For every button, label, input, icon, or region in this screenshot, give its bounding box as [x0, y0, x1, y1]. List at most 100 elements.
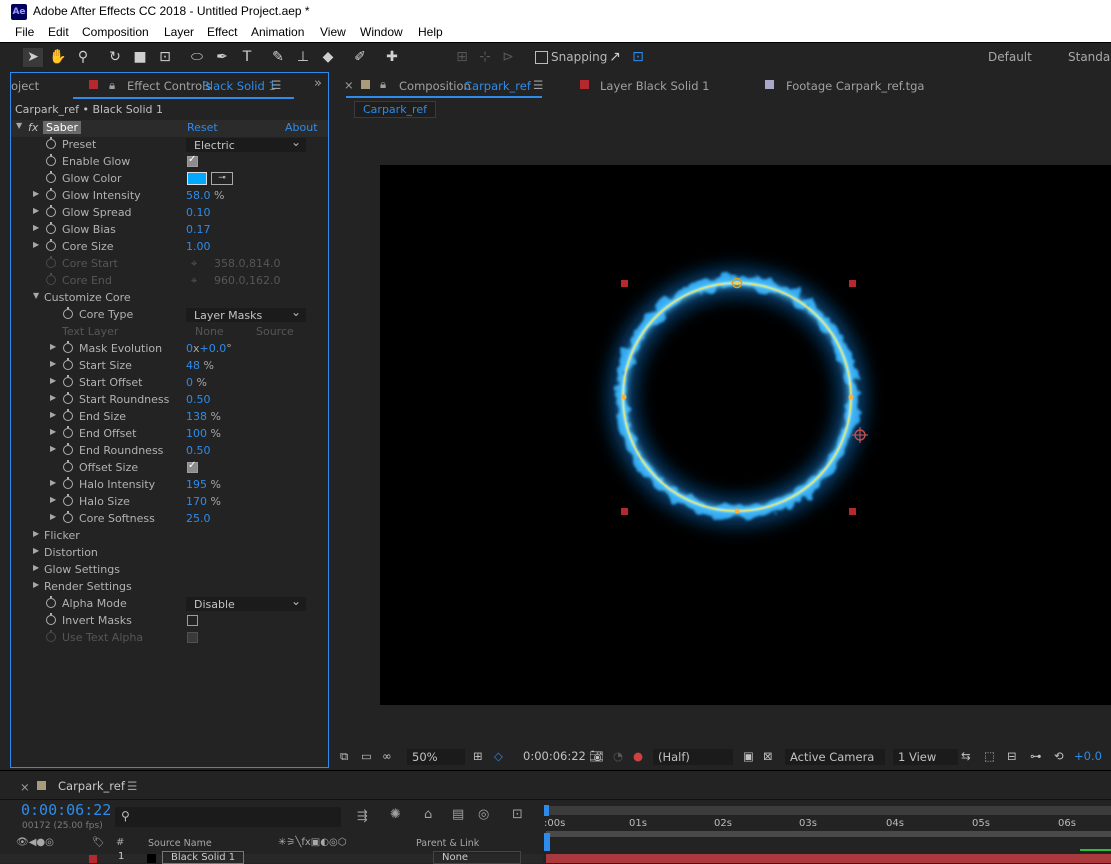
- axis-world-icon[interactable]: ⊹: [475, 48, 495, 67]
- exposure-value[interactable]: +0.0: [1074, 749, 1102, 763]
- invert-masks-checkbox[interactable]: [187, 615, 198, 626]
- lock-icon[interactable]: 🔒︎: [380, 77, 386, 92]
- layer-bounding-handle[interactable]: [621, 508, 628, 515]
- roto-brush-tool-icon[interactable]: ✐: [350, 48, 370, 67]
- eyedropper-icon[interactable]: ⊸: [211, 172, 233, 185]
- stopwatch-icon[interactable]: [46, 205, 56, 217]
- expand-triangle-icon[interactable]: ▶: [33, 580, 39, 589]
- end-offset-value[interactable]: 100 %: [186, 427, 221, 440]
- views-dropdown[interactable]: 1 View: [893, 749, 958, 765]
- expand-triangle-icon[interactable]: ▶: [33, 223, 39, 232]
- pen-tool-icon[interactable]: ✒: [212, 48, 232, 67]
- menu-view[interactable]: View: [320, 25, 346, 39]
- value-number[interactable]: 0: [186, 376, 193, 389]
- end-size-value[interactable]: 138 %: [186, 410, 221, 423]
- selection-tool-icon[interactable]: ➤: [23, 48, 43, 67]
- group-render-settings[interactable]: ▶ Render Settings: [11, 579, 328, 596]
- comp-mini-flowchart-icon[interactable]: ⇶: [357, 809, 368, 824]
- start-size-value[interactable]: 48 %: [186, 359, 214, 372]
- expand-triangle-icon[interactable]: ▶: [33, 189, 39, 198]
- pan-behind-tool-icon[interactable]: ⊡: [155, 48, 175, 67]
- value-number[interactable]: 195: [186, 478, 207, 491]
- menu-file[interactable]: File: [15, 25, 34, 39]
- axis-view-icon[interactable]: ⊳: [498, 48, 518, 67]
- value-number[interactable]: 138: [186, 410, 207, 423]
- stopwatch-icon[interactable]: [46, 137, 56, 149]
- glow-bias-value[interactable]: 0.17: [186, 223, 211, 236]
- panel-menu-icon[interactable]: ☰: [533, 78, 543, 92]
- tab-layer[interactable]: Layer Black Solid 1: [600, 79, 710, 93]
- fx-icon[interactable]: fx: [28, 121, 38, 134]
- expand-triangle-icon[interactable]: ▶: [50, 393, 56, 402]
- menu-layer[interactable]: Layer: [164, 25, 194, 39]
- roi-toggle-icon[interactable]: ▣: [743, 749, 754, 763]
- stopwatch-icon[interactable]: [46, 171, 56, 183]
- revolutions-value[interactable]: 0: [186, 342, 193, 355]
- stopwatch-icon[interactable]: [63, 409, 73, 421]
- panel-overflow-icon[interactable]: »: [314, 76, 322, 91]
- menu-edit[interactable]: Edit: [48, 25, 69, 39]
- label-column-icon[interactable]: 🏷︎: [92, 837, 105, 848]
- value-number[interactable]: 100: [186, 427, 207, 440]
- snap-features-icon[interactable]: ⊡: [628, 48, 648, 67]
- axis-local-icon[interactable]: ⊞: [452, 48, 472, 67]
- expand-triangle-icon[interactable]: ▶: [33, 529, 39, 538]
- start-offset-value[interactable]: 0 %: [186, 376, 207, 389]
- glow-color-swatch[interactable]: [187, 172, 207, 185]
- mask-ellipse-tool-icon[interactable]: ⬭: [187, 48, 207, 67]
- comp-sub-tab[interactable]: Carpark_ref: [354, 101, 436, 118]
- core-softness-value[interactable]: 25.0: [186, 512, 211, 525]
- zoom-tool-icon[interactable]: ⚲: [73, 48, 93, 67]
- stopwatch-icon[interactable]: [63, 494, 73, 506]
- enable-glow-checkbox[interactable]: [187, 154, 198, 167]
- stopwatch-icon[interactable]: [46, 239, 56, 251]
- always-preview-icon[interactable]: ⧉: [340, 749, 348, 764]
- expand-triangle-icon[interactable]: ▶: [50, 410, 56, 419]
- expand-triangle-icon[interactable]: ▶: [50, 478, 56, 487]
- core-size-value[interactable]: 1.00: [186, 240, 211, 253]
- end-roundness-value[interactable]: 0.50: [186, 444, 211, 457]
- panel-menu-icon[interactable]: ☰: [127, 779, 137, 793]
- transparency-grid-icon[interactable]: ⊠: [763, 749, 773, 763]
- stopwatch-icon[interactable]: [46, 188, 56, 200]
- offset-size-checkbox[interactable]: [187, 460, 198, 473]
- fast-preview-icon[interactable]: ⬚: [984, 749, 995, 763]
- text-tool-icon[interactable]: T: [237, 48, 257, 67]
- close-tab-icon[interactable]: ×: [20, 780, 30, 794]
- shy-layers-icon[interactable]: ⌂: [424, 807, 432, 822]
- expand-triangle-icon[interactable]: ▶: [33, 563, 39, 572]
- rotation-tool-icon[interactable]: ↻: [105, 48, 125, 67]
- alpha-mode-dropdown[interactable]: Disable: [186, 594, 306, 611]
- group-glow-settings[interactable]: ▶ Glow Settings: [11, 562, 328, 579]
- tab-effect-controls-layer[interactable]: Black Solid 1: [202, 79, 276, 93]
- tab-project[interactable]: oject: [11, 79, 39, 93]
- stopwatch-icon[interactable]: [63, 443, 73, 455]
- composition-viewer[interactable]: [380, 165, 1111, 705]
- stopwatch-icon[interactable]: [46, 613, 56, 625]
- workspace-standard[interactable]: Standard: [1068, 50, 1111, 64]
- snap-edge-icon[interactable]: ↗: [605, 48, 625, 67]
- effect-header-row[interactable]: ▼ fx Saber Reset About: [11, 120, 328, 137]
- stopwatch-icon[interactable]: [63, 375, 73, 387]
- monitor-icon[interactable]: ▭: [361, 749, 372, 763]
- toggle-pixel-aspect-icon[interactable]: ⇆: [961, 749, 971, 763]
- layer-bounding-handle[interactable]: [849, 508, 856, 515]
- time-ruler-track[interactable]: [546, 831, 1111, 837]
- degrees-value[interactable]: +0.0: [200, 342, 227, 355]
- halo-intensity-value[interactable]: 195 %: [186, 478, 221, 491]
- stopwatch-icon[interactable]: [46, 222, 56, 234]
- expand-triangle-icon[interactable]: ▶: [50, 512, 56, 521]
- expand-triangle-icon[interactable]: ▶: [33, 546, 39, 555]
- expand-triangle-icon[interactable]: ▶: [33, 240, 39, 249]
- layer-search-input[interactable]: ⚲: [115, 807, 341, 827]
- eraser-tool-icon[interactable]: ◆: [318, 48, 338, 67]
- snapping-checkbox[interactable]: [535, 51, 548, 64]
- value-number[interactable]: 58.0: [186, 189, 211, 202]
- expand-triangle-icon[interactable]: ▶: [33, 206, 39, 215]
- camera-dropdown[interactable]: Active Camera: [785, 749, 885, 765]
- region-of-interest-icon[interactable]: ◇: [494, 749, 503, 763]
- current-time-indicator[interactable]: [544, 833, 550, 851]
- tab-composition-prefix[interactable]: Composition: [399, 79, 471, 93]
- value-number[interactable]: 170: [186, 495, 207, 508]
- camera-tool-icon[interactable]: ■: [130, 48, 150, 67]
